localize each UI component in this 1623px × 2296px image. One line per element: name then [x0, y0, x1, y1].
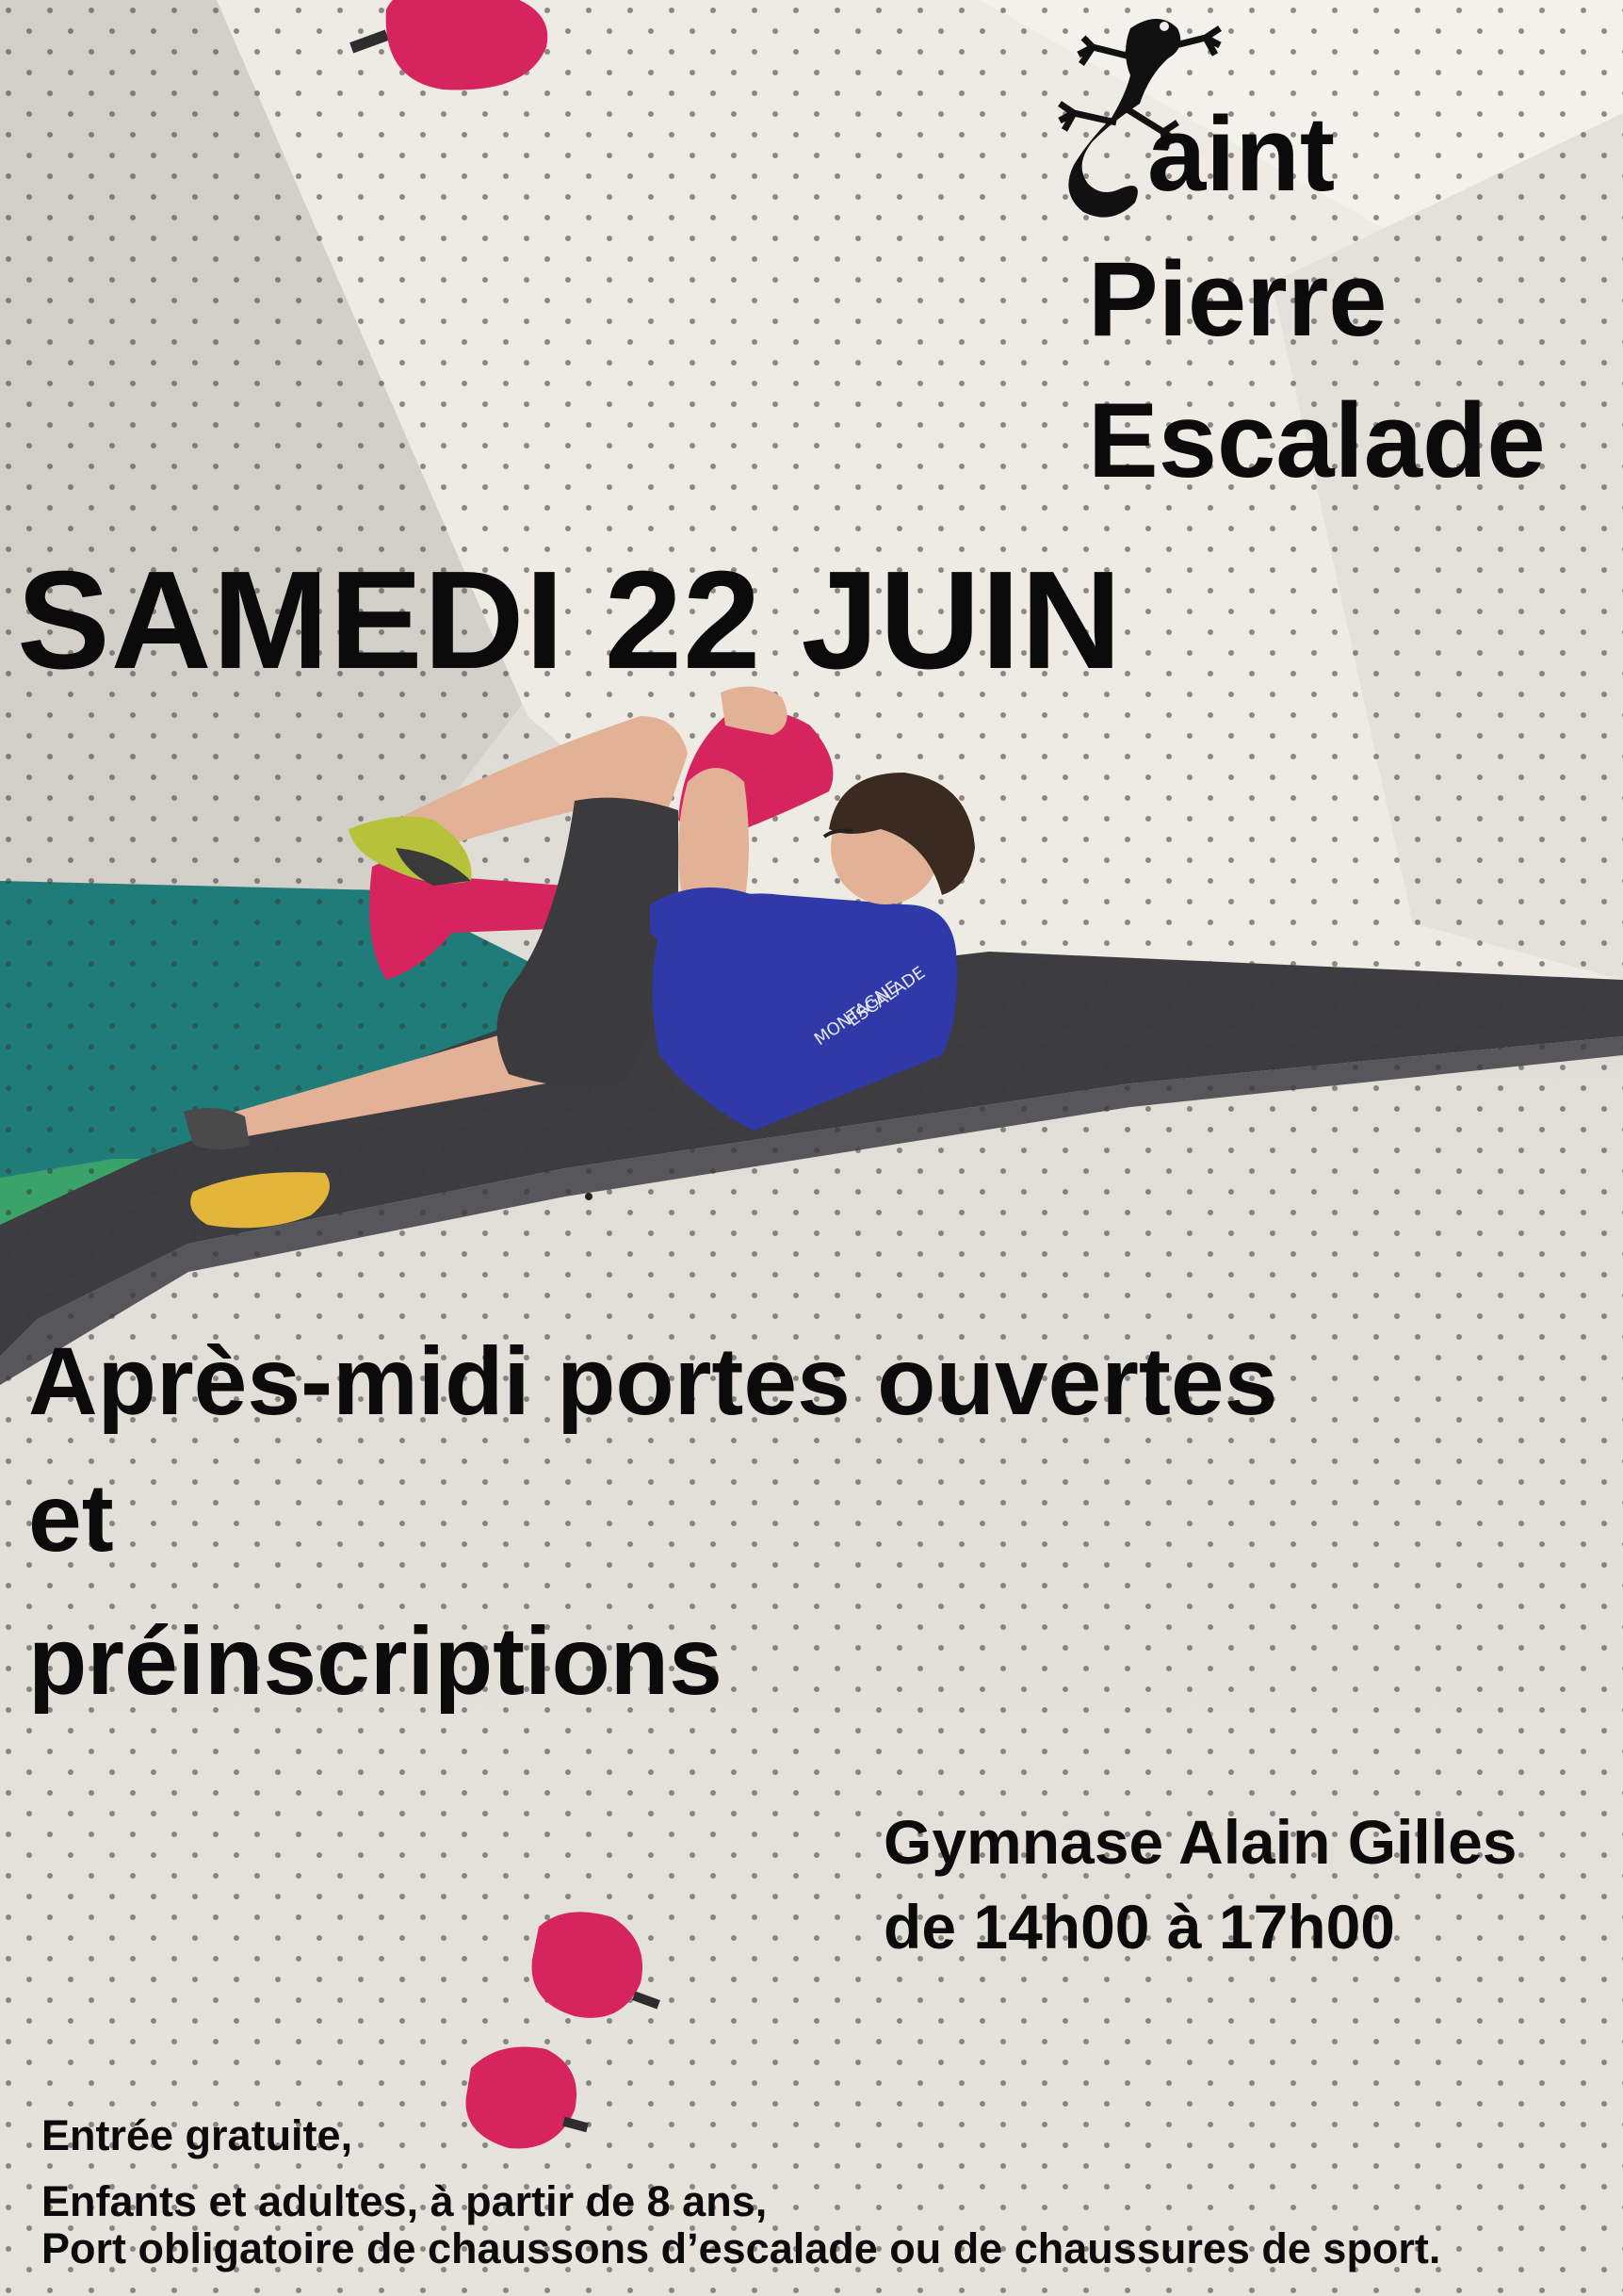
logo-text-pierre: Pierre	[1088, 240, 1388, 358]
event-title-line: et	[28, 1464, 114, 1571]
venue-hours: de 14h00 à 17h00	[884, 1892, 1396, 1962]
logo-text-escalade: Escalade	[1088, 382, 1546, 499]
sleeve	[650, 887, 756, 954]
info-line: Port obligatoire de chaussons d’escalade…	[41, 2224, 1441, 2272]
venue-name: Gymnase Alain Gilles	[884, 1807, 1518, 1877]
event-title-line: préinscriptions	[28, 1607, 722, 1715]
info-line: Entrée gratuite,	[41, 2111, 353, 2159]
event-date-heading: SAMEDI 22 JUIN	[17, 543, 1123, 698]
event-title-line: Après-midi portes ouvertes	[28, 1327, 1278, 1435]
poster: MONTAGNE ESCALADE aint Pierre Escalade S…	[0, 0, 1623, 2296]
climbing-shoe-lower	[184, 1108, 250, 1149]
info-line: Enfants et adultes, à partir de 8 ans,	[41, 2177, 768, 2225]
logo-text-saint: aint	[1147, 95, 1336, 213]
